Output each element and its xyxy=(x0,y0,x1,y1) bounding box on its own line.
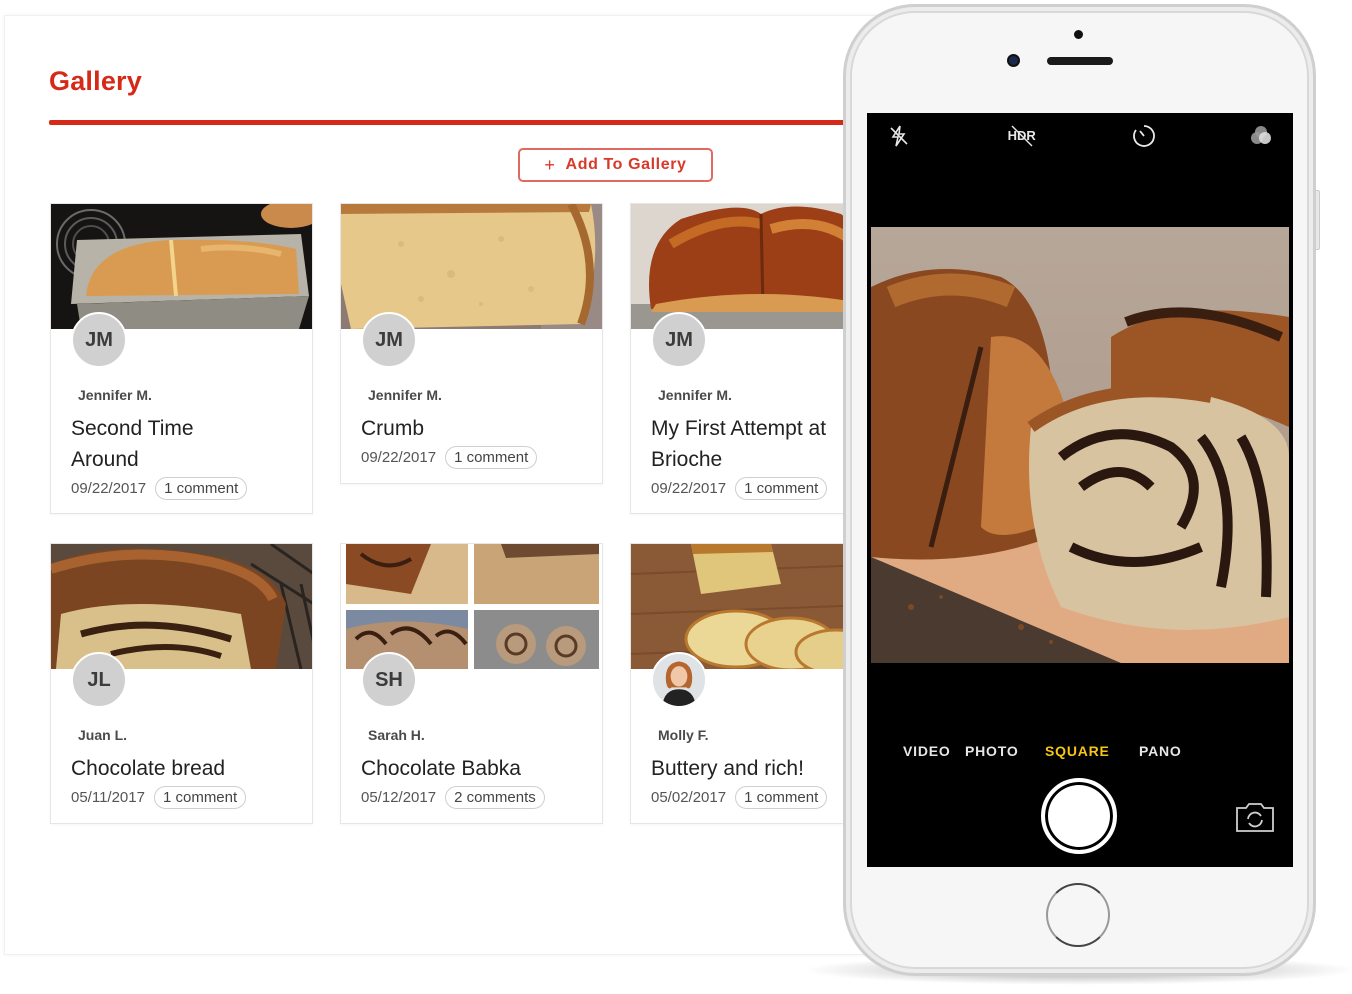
card-title[interactable]: Second Time Around xyxy=(71,413,241,475)
camera-mode-selector: VIDEO PHOTO SQUARE PANO xyxy=(867,743,1293,763)
card-date: 05/02/2017 xyxy=(651,789,727,806)
card-author[interactable]: Juan L. xyxy=(78,727,292,743)
plus-icon: + xyxy=(544,154,556,175)
mode-photo[interactable]: PHOTO xyxy=(965,743,1019,759)
comments-badge[interactable]: 1 comment xyxy=(153,786,247,809)
card-author[interactable]: Jennifer M. xyxy=(658,387,872,403)
comments-badge[interactable]: 1 comment xyxy=(735,477,828,500)
comments-badge[interactable]: 2 comments xyxy=(445,786,545,809)
comments-badge[interactable]: 1 comment xyxy=(735,786,828,809)
card-title[interactable]: Chocolate Babka xyxy=(361,753,582,784)
flash-off-icon[interactable] xyxy=(885,122,913,150)
camera-screen: HDR xyxy=(867,113,1293,867)
card-image-bread-crumb-slice[interactable] xyxy=(341,204,602,329)
gallery-card[interactable]: JM Jennifer M. Second Time Around 09/22/… xyxy=(50,203,313,514)
avatar[interactable]: JM xyxy=(651,312,707,368)
timer-icon[interactable] xyxy=(1130,122,1158,150)
mode-pano[interactable]: PANO xyxy=(1139,743,1182,759)
gallery-title: Gallery xyxy=(49,66,142,96)
gallery-card[interactable]: JM Jennifer M. Crumb 09/22/2017 1 commen… xyxy=(340,203,603,484)
front-camera-icon xyxy=(1007,54,1020,67)
card-author[interactable]: Molly F. xyxy=(658,727,872,743)
proximity-sensor xyxy=(1074,30,1083,39)
page: Gallery + Add To Gallery JM Jennifer M. xyxy=(0,0,1352,994)
card-title[interactable]: Crumb xyxy=(361,413,582,444)
add-to-gallery-label: Add To Gallery xyxy=(565,156,687,173)
earpiece-speaker xyxy=(1047,57,1113,65)
camera-viewfinder[interactable] xyxy=(871,227,1289,663)
comments-badge[interactable]: 1 comment xyxy=(155,477,248,500)
add-to-gallery-button[interactable]: + Add To Gallery xyxy=(518,148,713,182)
card-author[interactable]: Jennifer M. xyxy=(368,387,582,403)
card-image-babka-collage[interactable] xyxy=(341,544,602,669)
card-title[interactable]: Buttery and rich! xyxy=(651,753,872,784)
card-date: 09/22/2017 xyxy=(361,449,437,466)
avatar-photo[interactable] xyxy=(651,652,707,708)
card-image-chocolate-bread[interactable] xyxy=(51,544,312,669)
mode-square[interactable]: SQUARE xyxy=(1045,743,1110,759)
hdr-off-icon[interactable]: HDR xyxy=(1002,122,1042,150)
shutter-button[interactable] xyxy=(1041,778,1117,854)
avatar[interactable]: JM xyxy=(71,312,127,368)
card-date: 05/12/2017 xyxy=(361,789,437,806)
card-author[interactable]: Jennifer M. xyxy=(78,387,292,403)
avatar[interactable]: SH xyxy=(361,652,417,708)
card-date: 05/11/2017 xyxy=(71,789,145,806)
comments-badge[interactable]: 1 comment xyxy=(445,446,538,469)
card-title[interactable]: My First Attempt at Brioche xyxy=(651,413,866,475)
gallery-card[interactable]: JL Juan L. Chocolate bread 05/11/2017 1 … xyxy=(50,543,313,824)
flip-camera-icon[interactable] xyxy=(1234,800,1276,834)
camera-top-bar: HDR xyxy=(867,113,1293,158)
gallery-card[interactable]: SH Sarah H. Chocolate Babka 05/12/2017 2… xyxy=(340,543,603,824)
home-button[interactable] xyxy=(1046,883,1110,947)
filters-icon[interactable] xyxy=(1247,122,1275,150)
title-divider xyxy=(49,120,849,125)
avatar[interactable]: JM xyxy=(361,312,417,368)
card-title[interactable]: Chocolate bread xyxy=(71,753,292,784)
card-date: 09/22/2017 xyxy=(71,480,147,497)
card-date: 09/22/2017 xyxy=(651,480,727,497)
avatar[interactable]: JL xyxy=(71,652,127,708)
card-author[interactable]: Sarah H. xyxy=(368,727,582,743)
mode-video[interactable]: VIDEO xyxy=(903,743,951,759)
card-image-bread-loaf-in-pan[interactable] xyxy=(51,204,312,329)
